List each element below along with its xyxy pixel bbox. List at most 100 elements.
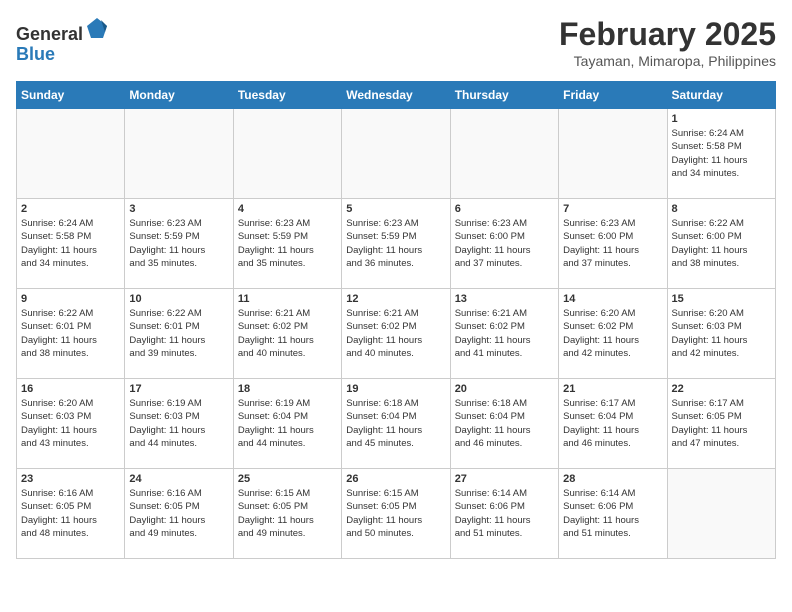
calendar-cell: 22 Sunrise: 6:17 AM Sunset: 6:05 PM Dayli… — [667, 379, 775, 469]
calendar-cell: 11 Sunrise: 6:21 AM Sunset: 6:02 PM Dayli… — [233, 289, 341, 379]
day-info: Sunrise: 6:20 AM Sunset: 6:02 PM Dayligh… — [563, 307, 662, 360]
calendar-week-row: 9 Sunrise: 6:22 AM Sunset: 6:01 PM Daylig… — [17, 289, 776, 379]
calendar-cell: 24 Sunrise: 6:16 AM Sunset: 6:05 PM Dayli… — [125, 469, 233, 559]
day-number: 13 — [455, 293, 554, 305]
day-info: Sunrise: 6:23 AM Sunset: 5:59 PM Dayligh… — [346, 217, 445, 270]
day-number: 12 — [346, 293, 445, 305]
calendar-cell — [125, 109, 233, 199]
weekday-header-tuesday: Tuesday — [233, 82, 341, 109]
day-number: 26 — [346, 473, 445, 485]
day-number: 23 — [21, 473, 120, 485]
logo-blue-text: Blue — [16, 44, 55, 64]
calendar-cell: 26 Sunrise: 6:15 AM Sunset: 6:05 PM Dayli… — [342, 469, 450, 559]
day-number: 14 — [563, 293, 662, 305]
day-info: Sunrise: 6:14 AM Sunset: 6:06 PM Dayligh… — [563, 487, 662, 540]
calendar-cell: 10 Sunrise: 6:22 AM Sunset: 6:01 PM Dayli… — [125, 289, 233, 379]
calendar-cell — [667, 469, 775, 559]
calendar-cell: 20 Sunrise: 6:18 AM Sunset: 6:04 PM Dayli… — [450, 379, 558, 469]
day-number: 19 — [346, 383, 445, 395]
calendar-cell: 15Sunrise: 6:20 AM Sunset: 6:03 PM Dayli… — [667, 289, 775, 379]
calendar-cell: 7 Sunrise: 6:23 AM Sunset: 6:00 PM Daylig… — [559, 199, 667, 289]
calendar-table: SundayMondayTuesdayWednesdayThursdayFrid… — [16, 81, 776, 559]
day-info: Sunrise: 6:15 AM Sunset: 6:05 PM Dayligh… — [346, 487, 445, 540]
day-info: Sunrise: 6:22 AM Sunset: 6:01 PM Dayligh… — [129, 307, 228, 360]
calendar-cell: 18Sunrise: 6:19 AM Sunset: 6:04 PM Dayli… — [233, 379, 341, 469]
day-number: 6 — [455, 203, 554, 215]
day-info: Sunrise: 6:18 AM Sunset: 6:04 PM Dayligh… — [346, 397, 445, 450]
day-info: Sunrise: 6:21 AM Sunset: 6:02 PM Dayligh… — [346, 307, 445, 360]
page-header: General Blue February 2025 Tayaman, Mima… — [16, 16, 776, 69]
day-number: 20 — [455, 383, 554, 395]
day-info: Sunrise: 6:16 AM Sunset: 6:05 PM Dayligh… — [21, 487, 120, 540]
day-info: Sunrise: 6:24 AM Sunset: 5:58 PM Dayligh… — [672, 127, 771, 180]
day-info: Sunrise: 6:20 AM Sunset: 6:03 PM Dayligh… — [21, 397, 120, 450]
calendar-cell: 3 Sunrise: 6:23 AM Sunset: 5:59 PM Daylig… — [125, 199, 233, 289]
weekday-header-row: SundayMondayTuesdayWednesdayThursdayFrid… — [17, 82, 776, 109]
day-number: 27 — [455, 473, 554, 485]
weekday-header-friday: Friday — [559, 82, 667, 109]
calendar-subtitle: Tayaman, Mimaropa, Philippines — [559, 53, 776, 69]
calendar-cell: 27 Sunrise: 6:14 AM Sunset: 6:06 PM Dayli… — [450, 469, 558, 559]
day-info: Sunrise: 6:22 AM Sunset: 6:01 PM Dayligh… — [21, 307, 120, 360]
day-number: 7 — [563, 203, 662, 215]
day-number: 21 — [563, 383, 662, 395]
calendar-cell — [450, 109, 558, 199]
day-number: 3 — [129, 203, 228, 215]
day-number: 25 — [238, 473, 337, 485]
calendar-cell: 1 Sunrise: 6:24 AM Sunset: 5:58 PM Daylig… — [667, 109, 775, 199]
day-number: 8 — [672, 203, 771, 215]
calendar-cell: 9 Sunrise: 6:22 AM Sunset: 6:01 PM Daylig… — [17, 289, 125, 379]
day-info: Sunrise: 6:18 AM Sunset: 6:04 PM Dayligh… — [455, 397, 554, 450]
day-number: 17 — [129, 383, 228, 395]
day-info: Sunrise: 6:17 AM Sunset: 6:04 PM Dayligh… — [563, 397, 662, 450]
day-number: 15 — [672, 293, 771, 305]
weekday-header-saturday: Saturday — [667, 82, 775, 109]
calendar-cell: 16 Sunrise: 6:20 AM Sunset: 6:03 PM Dayli… — [17, 379, 125, 469]
calendar-cell: 19 Sunrise: 6:18 AM Sunset: 6:04 PM Dayli… — [342, 379, 450, 469]
calendar-cell: 23 Sunrise: 6:16 AM Sunset: 6:05 PM Dayli… — [17, 469, 125, 559]
calendar-cell: 17 Sunrise: 6:19 AM Sunset: 6:03 PM Dayli… — [125, 379, 233, 469]
day-info: Sunrise: 6:17 AM Sunset: 6:05 PM Dayligh… — [672, 397, 771, 450]
calendar-cell: 14 Sunrise: 6:20 AM Sunset: 6:02 PM Dayli… — [559, 289, 667, 379]
day-number: 16 — [21, 383, 120, 395]
day-info: Sunrise: 6:23 AM Sunset: 5:59 PM Dayligh… — [238, 217, 337, 270]
logo: General Blue — [16, 16, 109, 65]
calendar-title: February 2025 — [559, 16, 776, 53]
weekday-header-monday: Monday — [125, 82, 233, 109]
calendar-cell — [17, 109, 125, 199]
weekday-header-sunday: Sunday — [17, 82, 125, 109]
logo-icon — [85, 16, 109, 40]
day-info: Sunrise: 6:21 AM Sunset: 6:02 PM Dayligh… — [455, 307, 554, 360]
calendar-week-row: 23 Sunrise: 6:16 AM Sunset: 6:05 PM Dayli… — [17, 469, 776, 559]
weekday-header-wednesday: Wednesday — [342, 82, 450, 109]
day-number: 4 — [238, 203, 337, 215]
day-info: Sunrise: 6:14 AM Sunset: 6:06 PM Dayligh… — [455, 487, 554, 540]
day-info: Sunrise: 6:23 AM Sunset: 6:00 PM Dayligh… — [455, 217, 554, 270]
calendar-week-row: 16 Sunrise: 6:20 AM Sunset: 6:03 PM Dayli… — [17, 379, 776, 469]
day-info: Sunrise: 6:19 AM Sunset: 6:03 PM Dayligh… — [129, 397, 228, 450]
calendar-cell — [342, 109, 450, 199]
logo-general-text: General — [16, 24, 83, 44]
calendar-cell: 4 Sunrise: 6:23 AM Sunset: 5:59 PM Daylig… — [233, 199, 341, 289]
calendar-cell: 5Sunrise: 6:23 AM Sunset: 5:59 PM Daylig… — [342, 199, 450, 289]
day-number: 22 — [672, 383, 771, 395]
day-number: 10 — [129, 293, 228, 305]
day-number: 24 — [129, 473, 228, 485]
day-number: 18 — [238, 383, 337, 395]
day-info: Sunrise: 6:24 AM Sunset: 5:58 PM Dayligh… — [21, 217, 120, 270]
calendar-cell: 21 Sunrise: 6:17 AM Sunset: 6:04 PM Dayli… — [559, 379, 667, 469]
day-number: 11 — [238, 293, 337, 305]
calendar-cell: 13 Sunrise: 6:21 AM Sunset: 6:02 PM Dayli… — [450, 289, 558, 379]
day-info: Sunrise: 6:23 AM Sunset: 6:00 PM Dayligh… — [563, 217, 662, 270]
calendar-cell: 6 Sunrise: 6:23 AM Sunset: 6:00 PM Daylig… — [450, 199, 558, 289]
day-info: Sunrise: 6:16 AM Sunset: 6:05 PM Dayligh… — [129, 487, 228, 540]
day-info: Sunrise: 6:22 AM Sunset: 6:00 PM Dayligh… — [672, 217, 771, 270]
day-info: Sunrise: 6:23 AM Sunset: 5:59 PM Dayligh… — [129, 217, 228, 270]
day-number: 28 — [563, 473, 662, 485]
calendar-week-row: 2Sunrise: 6:24 AM Sunset: 5:58 PM Daylig… — [17, 199, 776, 289]
day-number: 1 — [672, 113, 771, 125]
calendar-cell: 28 Sunrise: 6:14 AM Sunset: 6:06 PM Dayli… — [559, 469, 667, 559]
day-info: Sunrise: 6:21 AM Sunset: 6:02 PM Dayligh… — [238, 307, 337, 360]
day-number: 9 — [21, 293, 120, 305]
calendar-cell — [559, 109, 667, 199]
